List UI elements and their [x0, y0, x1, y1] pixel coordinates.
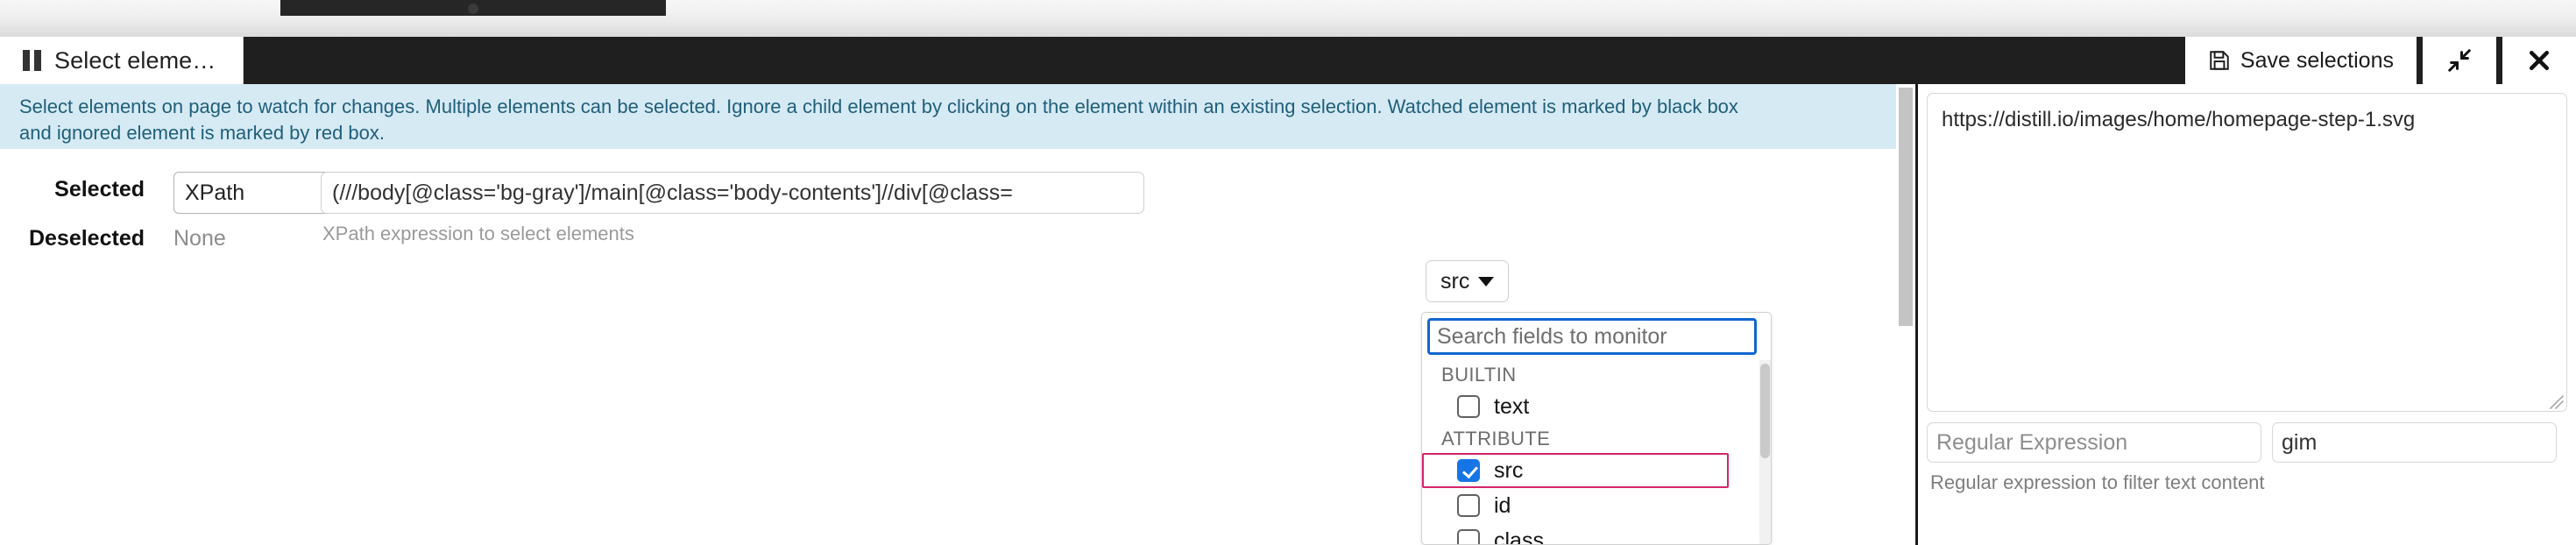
selected-value-textarea[interactable]: https://distill.io/images/home/homepage-…: [1927, 93, 2567, 412]
tab-label: Select eleme…: [54, 46, 216, 74]
xpath-input[interactable]: [321, 172, 1144, 214]
checkbox-unchecked-icon[interactable]: [1457, 494, 1480, 517]
regex-flags-input[interactable]: [2272, 422, 2557, 463]
checkbox-unchecked-icon[interactable]: [1457, 529, 1480, 544]
toolbar-separator-2: [2496, 37, 2502, 84]
fields-option-list: BUILTIN text ATTRIBUTE src id class: [1422, 360, 1771, 545]
resize-grip-icon[interactable]: [2544, 389, 2564, 409]
columns-icon: [23, 50, 42, 71]
regex-help-text: Regular expression to filter text conten…: [1930, 471, 2265, 493]
underlying-page-dark-bar: [280, 0, 666, 16]
save-selections-button[interactable]: Save selections: [2184, 37, 2417, 84]
preview-panel: https://distill.io/images/home/homepage-…: [1918, 84, 2576, 545]
checkbox-unchecked-icon[interactable]: [1457, 395, 1480, 418]
close-x-icon: [2526, 47, 2552, 74]
selected-label: Selected: [54, 177, 145, 202]
underlying-page-dot: [468, 4, 478, 14]
fields-group-label-attribute: ATTRIBUTE: [1441, 428, 1551, 449]
close-panel-button[interactable]: [2502, 37, 2576, 84]
floppy-disk-icon: [2208, 49, 2231, 72]
toolbar-separator-1: [2417, 37, 2423, 84]
fields-dropdown-menu: BUILTIN text ATTRIBUTE src id class: [1421, 312, 1772, 545]
selected-value-text: https://distill.io/images/home/homepage-…: [1942, 108, 2416, 131]
xpath-help-text: XPath expression to select elements: [322, 223, 634, 244]
field-option-label: id: [1494, 492, 1511, 518]
regex-row: [1927, 422, 2567, 463]
fields-dropdown-label: src: [1440, 268, 1470, 294]
extension-panel-root: Select eleme… Save selections Select ele…: [0, 0, 2576, 545]
save-selections-label: Save selections: [2240, 47, 2394, 73]
checkbox-checked-icon[interactable]: [1457, 459, 1480, 482]
fields-menu-scrollbar-thumb[interactable]: [1760, 364, 1770, 458]
selection-form-panel: Select elements on page to watch for cha…: [0, 84, 1915, 545]
regex-input[interactable]: [1927, 422, 2261, 463]
info-banner-line2: and ignored element is marked by red box…: [19, 122, 386, 144]
deselected-label: Deselected: [28, 226, 145, 251]
panel-toolbar: Select eleme… Save selections: [0, 37, 2576, 84]
field-option-label: text: [1494, 393, 1530, 419]
field-option-class[interactable]: class: [1422, 523, 1771, 545]
toolbar-actions: Save selections: [2184, 37, 2576, 84]
field-option-src[interactable]: src: [1422, 453, 1729, 488]
field-option-text[interactable]: text: [1422, 389, 1771, 424]
caret-down-icon: [1478, 276, 1495, 287]
field-option-label: class: [1494, 527, 1544, 545]
collapse-arrows-icon: [2446, 47, 2473, 74]
left-panel-scrollbar-thumb[interactable]: [1899, 88, 1913, 326]
fields-dropdown-button[interactable]: src: [1426, 260, 1510, 302]
field-option-label: src: [1494, 457, 1524, 483]
field-option-id[interactable]: id: [1422, 488, 1771, 523]
deselected-value: None: [173, 226, 226, 251]
fields-group-label-builtin: BUILTIN: [1441, 364, 1517, 386]
tab-select-elements[interactable]: Select eleme…: [0, 37, 244, 84]
info-banner-line1: Select elements on page to watch for cha…: [19, 96, 1738, 117]
fields-search-input[interactable]: [1427, 318, 1757, 355]
info-banner: Select elements on page to watch for cha…: [0, 84, 1915, 149]
collapse-panel-button[interactable]: [2423, 37, 2496, 84]
